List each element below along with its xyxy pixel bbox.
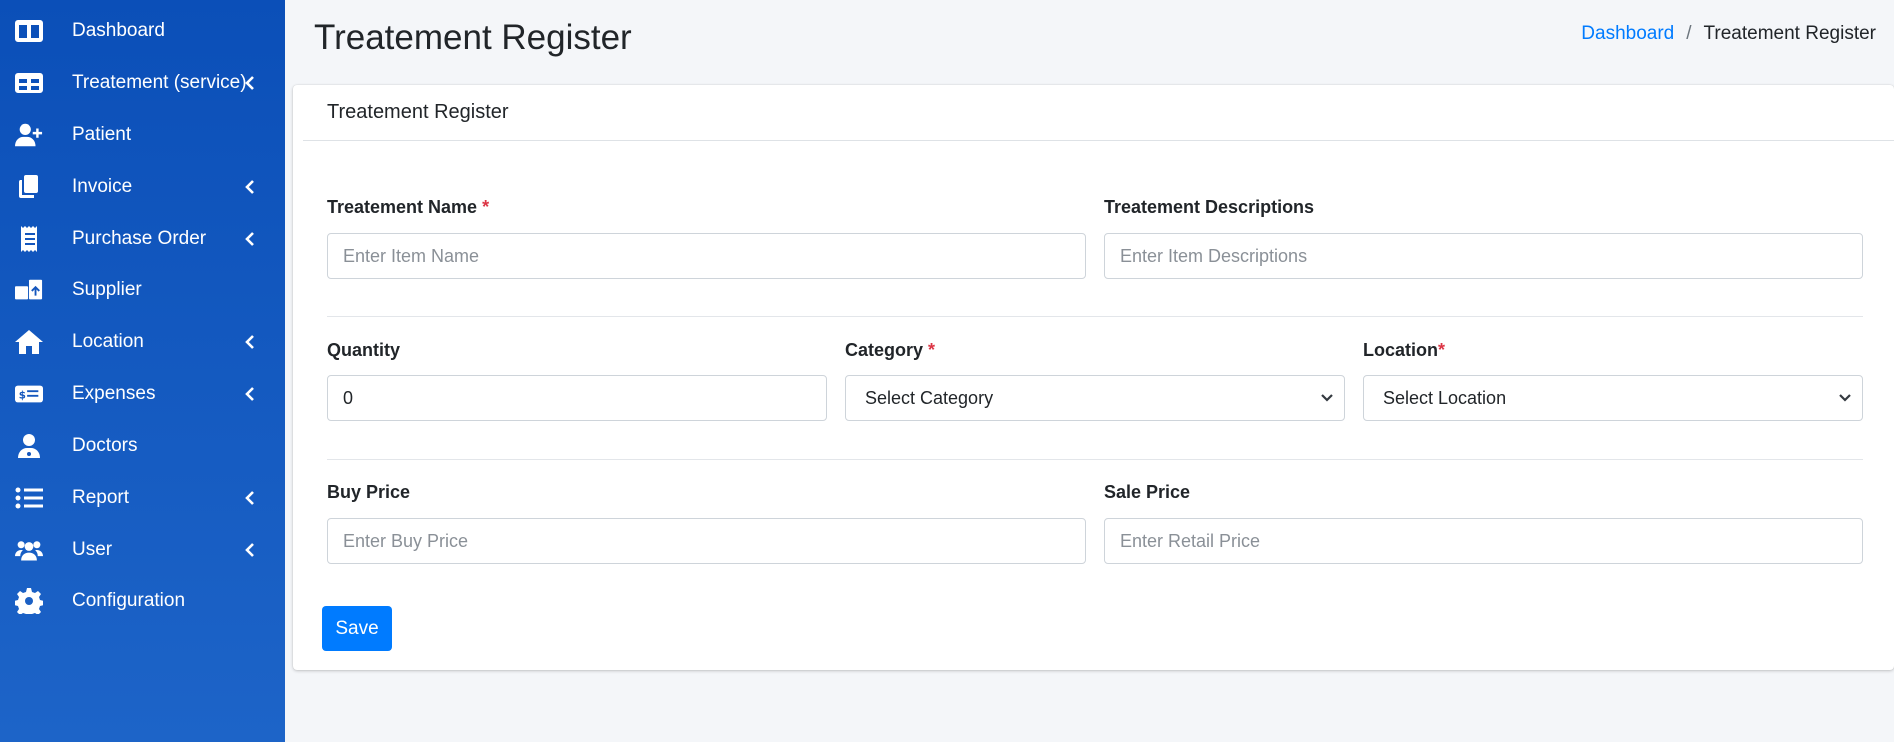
category-select[interactable]: Select Category: [845, 375, 1345, 421]
chevron-down-icon: [1839, 394, 1851, 402]
category-label: Category *: [845, 340, 935, 361]
card-title: Treatement Register: [327, 101, 509, 123]
breadcrumb-separator: /: [1686, 23, 1692, 44]
buy-price-label: Buy Price: [327, 482, 411, 502]
money-bill-icon: $: [14, 380, 44, 408]
sidebar-item-label: Invoice: [72, 176, 133, 197]
list-icon: [14, 484, 44, 512]
sidebar-item-label: Report: [72, 487, 130, 508]
treatement-descriptions-label: Treatement Descriptions: [1104, 197, 1315, 217]
sidebar-item-location[interactable]: Location: [0, 316, 285, 368]
chevron-left-icon: [244, 334, 256, 350]
sidebar-item-label: Supplier: [72, 279, 142, 300]
required-mark: *: [928, 340, 936, 360]
sidebar-item-label: Location: [72, 331, 144, 352]
sidebar-item-patient[interactable]: Patient: [0, 109, 285, 161]
sidebar: Dashboard Treatement (service) Patient I…: [0, 0, 285, 742]
chevron-left-icon: [244, 179, 256, 195]
sidebar-item-label: Purchase Order: [72, 228, 207, 249]
treatement-name-label: Treatement Name *: [327, 197, 489, 218]
boxes-icon: [14, 276, 44, 304]
save-button[interactable]: Save: [322, 606, 392, 651]
card-header: Treatement Register: [303, 85, 1894, 141]
sidebar-item-doctors[interactable]: Doctors: [0, 420, 285, 472]
sidebar-item-dashboard[interactable]: Dashboard: [0, 5, 285, 57]
location-label: Location*: [1363, 340, 1445, 361]
receipt-icon: [14, 225, 44, 253]
svg-text:$: $: [19, 390, 26, 402]
required-mark: *: [1438, 340, 1446, 360]
breadcrumb-dashboard-link[interactable]: Dashboard: [1581, 23, 1674, 45]
divider: [327, 316, 1863, 317]
sale-price-input[interactable]: [1104, 518, 1863, 564]
user-plus-icon: [14, 121, 44, 149]
chevron-down-icon: [1321, 394, 1333, 402]
treatement-name-input[interactable]: [327, 233, 1086, 279]
page-title: Treatement Register: [314, 18, 632, 57]
table-icon: [14, 69, 44, 97]
users-icon: [14, 536, 44, 564]
chevron-left-icon: [244, 490, 256, 506]
sidebar-item-supplier[interactable]: Supplier: [0, 264, 285, 316]
category-selected-value: Select Category: [865, 387, 994, 408]
location-selected-value: Select Location: [1383, 387, 1507, 408]
sidebar-item-report[interactable]: Report: [0, 472, 285, 524]
treatement-descriptions-input[interactable]: [1104, 233, 1863, 279]
label-text: Treatement Name: [327, 197, 478, 217]
quantity-input[interactable]: [327, 375, 827, 421]
chevron-left-icon: [244, 386, 256, 402]
home-icon: [14, 328, 44, 356]
sidebar-item-configuration[interactable]: Configuration: [0, 575, 285, 627]
chevron-left-icon: [244, 75, 256, 91]
sidebar-item-label: Configuration: [72, 590, 186, 611]
chevron-left-icon: [244, 231, 256, 247]
sidebar-item-label: Dashboard: [72, 20, 165, 41]
sidebar-item-user[interactable]: User: [0, 524, 285, 576]
divider: [327, 459, 1863, 460]
breadcrumb: Dashboard / Treatement Register: [1581, 23, 1876, 45]
sidebar-item-invoice[interactable]: Invoice: [0, 161, 285, 213]
sidebar-item-label: Expenses: [72, 383, 156, 404]
sidebar-item-label: Patient: [72, 124, 132, 145]
copy-icon: [14, 173, 44, 201]
sidebar-item-expenses[interactable]: $ Expenses: [0, 368, 285, 420]
cog-icon: [14, 587, 44, 615]
chevron-left-icon: [244, 542, 256, 558]
sidebar-item-purchase-order[interactable]: Purchase Order: [0, 213, 285, 265]
breadcrumb-current: Treatement Register: [1703, 23, 1876, 44]
user-md-icon: [14, 432, 44, 460]
sidebar-item-treatement-service[interactable]: Treatement (service): [0, 57, 285, 109]
buy-price-input[interactable]: [327, 518, 1086, 564]
sidebar-item-label: Treatement (service): [72, 72, 247, 93]
sidebar-item-label: Doctors: [72, 435, 138, 456]
sale-price-label: Sale Price: [1104, 482, 1191, 502]
quantity-label: Quantity: [327, 340, 401, 360]
label-text: Category: [845, 340, 924, 360]
required-mark: *: [482, 197, 490, 217]
label-text: Location: [1363, 340, 1438, 360]
sidebar-item-label: User: [72, 539, 113, 560]
columns-icon: [14, 17, 44, 45]
location-select[interactable]: Select Location: [1363, 375, 1863, 421]
